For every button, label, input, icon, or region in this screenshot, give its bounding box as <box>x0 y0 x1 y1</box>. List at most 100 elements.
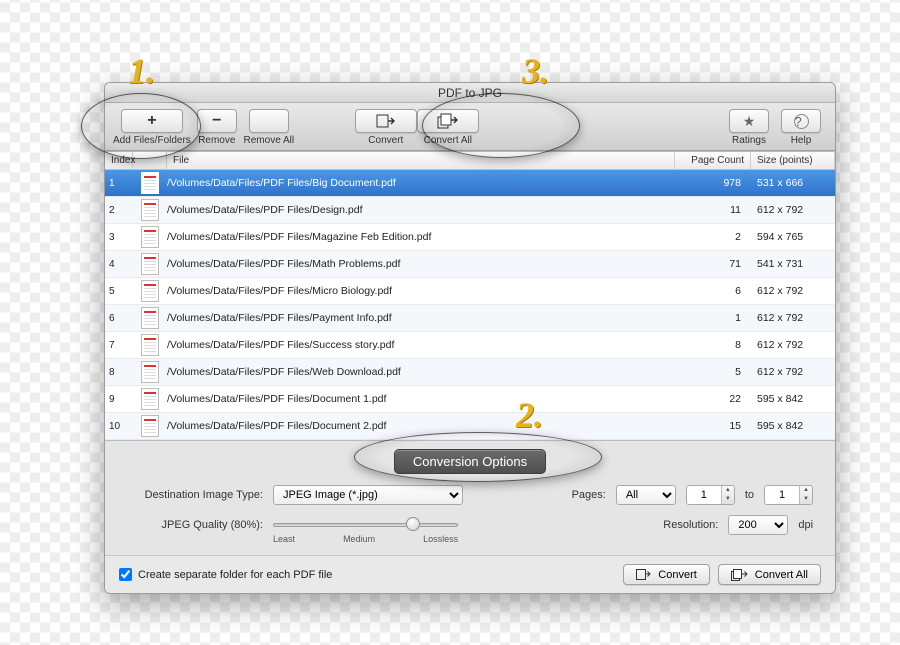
col-index[interactable]: Index <box>105 152 133 169</box>
pages-to-label: to <box>745 489 754 501</box>
row-size: 595 x 842 <box>751 393 835 405</box>
table-row[interactable]: 2/Volumes/Data/Files/PDF Files/Design.pd… <box>105 197 835 224</box>
row-pages: 8 <box>675 339 751 351</box>
quality-slider[interactable]: Least Medium Lossless <box>273 516 458 534</box>
pages-mode-select[interactable]: All <box>616 485 676 505</box>
row-thumb <box>133 415 167 437</box>
ratings-button[interactable]: ★ Ratings <box>723 106 775 150</box>
row-pages: 22 <box>675 393 751 405</box>
row-thumb <box>133 307 167 329</box>
row-size: 541 x 731 <box>751 258 835 270</box>
table-row[interactable]: 1/Volumes/Data/Files/PDF Files/Big Docum… <box>105 170 835 197</box>
separate-folder-label: Create separate folder for each PDF file <box>138 569 332 581</box>
window-title: PDF to JPG <box>438 86 502 100</box>
pages-to-input[interactable] <box>765 486 799 504</box>
pages-to-spinner[interactable]: ▲▼ <box>764 485 813 505</box>
table-row[interactable]: 6/Volumes/Data/Files/PDF Files/Payment I… <box>105 305 835 332</box>
row-index: 6 <box>105 313 133 324</box>
conversion-options-title: Conversion Options <box>394 449 546 474</box>
pdf-thumb-icon <box>141 226 159 248</box>
resolution-select[interactable]: 200 <box>728 515 788 535</box>
table-row[interactable]: 9/Volumes/Data/Files/PDF Files/Document … <box>105 386 835 413</box>
table-row[interactable]: 3/Volumes/Data/Files/PDF Files/Magazine … <box>105 224 835 251</box>
row-pages: 978 <box>675 177 751 189</box>
convert-all-label: Convert All <box>424 135 472 146</box>
add-files-button[interactable]: + Add Files/Folders <box>113 106 191 150</box>
remove-label: Remove <box>198 135 235 146</box>
row-size: 612 x 792 <box>751 312 835 324</box>
tick-medium: Medium <box>343 534 375 544</box>
row-size: 612 x 792 <box>751 366 835 378</box>
pdf-thumb-icon <box>141 388 159 410</box>
row-size: 595 x 842 <box>751 420 835 432</box>
col-page-count[interactable]: Page Count <box>675 152 751 169</box>
remove-all-label: Remove All <box>244 135 295 146</box>
convert-icon <box>376 113 396 129</box>
toolbar: + Add Files/Folders − Remove Remove All … <box>105 103 835 151</box>
footer-convert-all-button[interactable]: Convert All <box>718 564 821 585</box>
remove-button[interactable]: − Remove <box>191 106 243 150</box>
row-file: /Volumes/Data/Files/PDF Files/Design.pdf <box>167 204 675 216</box>
pdf-thumb-icon <box>141 253 159 275</box>
dest-type-label: Destination Image Type: <box>127 489 263 501</box>
col-thumb[interactable] <box>133 152 167 169</box>
row-file: /Volumes/Data/Files/PDF Files/Web Downlo… <box>167 366 675 378</box>
row-thumb <box>133 199 167 221</box>
row-pages: 5 <box>675 366 751 378</box>
row-index: 4 <box>105 259 133 270</box>
pdf-thumb-icon <box>141 172 159 194</box>
row-size: 594 x 765 <box>751 231 835 243</box>
quality-label: JPEG Quality (80%): <box>127 519 263 531</box>
row-file: /Volumes/Data/Files/PDF Files/Micro Biol… <box>167 285 675 297</box>
row-thumb <box>133 253 167 275</box>
help-icon: ? <box>794 114 809 129</box>
row-index: 1 <box>105 178 133 189</box>
footer-convert-button[interactable]: Convert <box>623 564 710 585</box>
ratings-label: Ratings <box>732 135 766 146</box>
help-button[interactable]: ? Help <box>775 106 827 150</box>
row-file: /Volumes/Data/Files/PDF Files/Success st… <box>167 339 675 351</box>
row-file: /Volumes/Data/Files/PDF Files/Big Docume… <box>167 177 675 189</box>
table-row[interactable]: 10/Volumes/Data/Files/PDF Files/Document… <box>105 413 835 440</box>
row-file: /Volumes/Data/Files/PDF Files/Payment In… <box>167 312 675 324</box>
add-files-label: Add Files/Folders <box>113 135 191 146</box>
table-row[interactable]: 7/Volumes/Data/Files/PDF Files/Success s… <box>105 332 835 359</box>
pages-label: Pages: <box>572 489 606 501</box>
convert-button[interactable]: Convert <box>355 106 417 150</box>
convert-all-icon <box>731 568 749 581</box>
col-size[interactable]: Size (points) <box>751 152 835 169</box>
row-size: 612 x 792 <box>751 204 835 216</box>
minus-icon: − <box>212 112 221 130</box>
row-index: 9 <box>105 394 133 405</box>
row-thumb <box>133 280 167 302</box>
row-file: /Volumes/Data/Files/PDF Files/Math Probl… <box>167 258 675 270</box>
file-table: Index File Page Count Size (points) 1/Vo… <box>105 151 835 441</box>
row-index: 3 <box>105 232 133 243</box>
row-size: 612 x 792 <box>751 339 835 351</box>
separate-folder-checkbox[interactable] <box>119 568 132 581</box>
row-thumb <box>133 361 167 383</box>
row-size: 531 x 666 <box>751 177 835 189</box>
remove-all-button[interactable]: Remove All <box>243 106 295 150</box>
dest-type-select[interactable]: JPEG Image (*.jpg) <box>273 485 463 505</box>
tick-lossless: Lossless <box>423 534 458 544</box>
conversion-options-panel: Conversion Options Destination Image Typ… <box>105 441 835 555</box>
row-pages: 1 <box>675 312 751 324</box>
star-icon: ★ <box>743 113 756 130</box>
table-row[interactable]: 5/Volumes/Data/Files/PDF Files/Micro Bio… <box>105 278 835 305</box>
row-index: 7 <box>105 340 133 351</box>
footer-bar: Create separate folder for each PDF file… <box>105 555 835 593</box>
table-row[interactable]: 8/Volumes/Data/Files/PDF Files/Web Downl… <box>105 359 835 386</box>
pages-from-input[interactable] <box>687 486 721 504</box>
col-file[interactable]: File <box>167 152 675 169</box>
pdf-thumb-icon <box>141 334 159 356</box>
pages-from-spinner[interactable]: ▲▼ <box>686 485 735 505</box>
pdf-thumb-icon <box>141 415 159 437</box>
row-file: /Volumes/Data/Files/PDF Files/Document 1… <box>167 393 675 405</box>
convert-icon <box>636 568 652 581</box>
row-pages: 2 <box>675 231 751 243</box>
convert-all-button[interactable]: Convert All <box>417 106 479 150</box>
table-row[interactable]: 4/Volumes/Data/Files/PDF Files/Math Prob… <box>105 251 835 278</box>
row-index: 8 <box>105 367 133 378</box>
pdf-thumb-icon <box>141 361 159 383</box>
